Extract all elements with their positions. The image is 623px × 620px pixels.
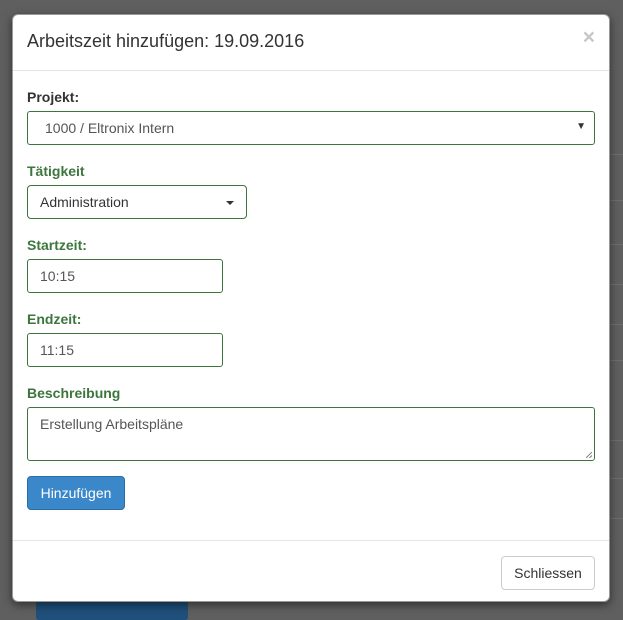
close-icon[interactable]: × [583,27,595,48]
projekt-label: Projekt: [27,89,80,105]
beschreibung-value: Erstellung Arbeitspläne [40,416,184,432]
taetigkeit-value: Administration [40,194,129,210]
endzeit-label: Endzeit: [27,311,82,327]
modal-header: Arbeitszeit hinzufügen: 19.09.2016 × [13,15,609,71]
startzeit-input[interactable]: 10:15 [27,259,223,293]
add-worktime-modal: Arbeitszeit hinzufügen: 19.09.2016 × Pro… [12,14,610,602]
resize-handle[interactable] [586,452,592,458]
taetigkeit-dropdown[interactable]: Administration [27,185,247,219]
add-button[interactable]: Hinzufügen [27,476,125,510]
projekt-value: 1000 / Eltronix Intern [45,120,175,136]
backdrop-table-lines [609,0,623,615]
close-button[interactable]: Schliessen [501,556,595,590]
taetigkeit-label: Tätigkeit [27,163,85,179]
background-button [36,600,188,620]
beschreibung-label: Beschreibung [27,385,121,401]
endzeit-value: 11:15 [40,342,74,358]
projekt-select[interactable]: 1000 / Eltronix Intern ▼ [27,111,595,145]
dropdown-arrow-icon: ▼ [576,121,586,132]
modal-footer: Schliessen [13,540,609,602]
endzeit-input[interactable]: 11:15 [27,333,223,367]
modal-title: Arbeitszeit hinzufügen: 19.09.2016 [27,31,305,51]
startzeit-value: 10:15 [40,268,76,284]
beschreibung-textarea[interactable]: Erstellung Arbeitspläne [27,407,595,461]
startzeit-label: Startzeit: [27,237,87,253]
caret-down-icon [226,201,234,205]
